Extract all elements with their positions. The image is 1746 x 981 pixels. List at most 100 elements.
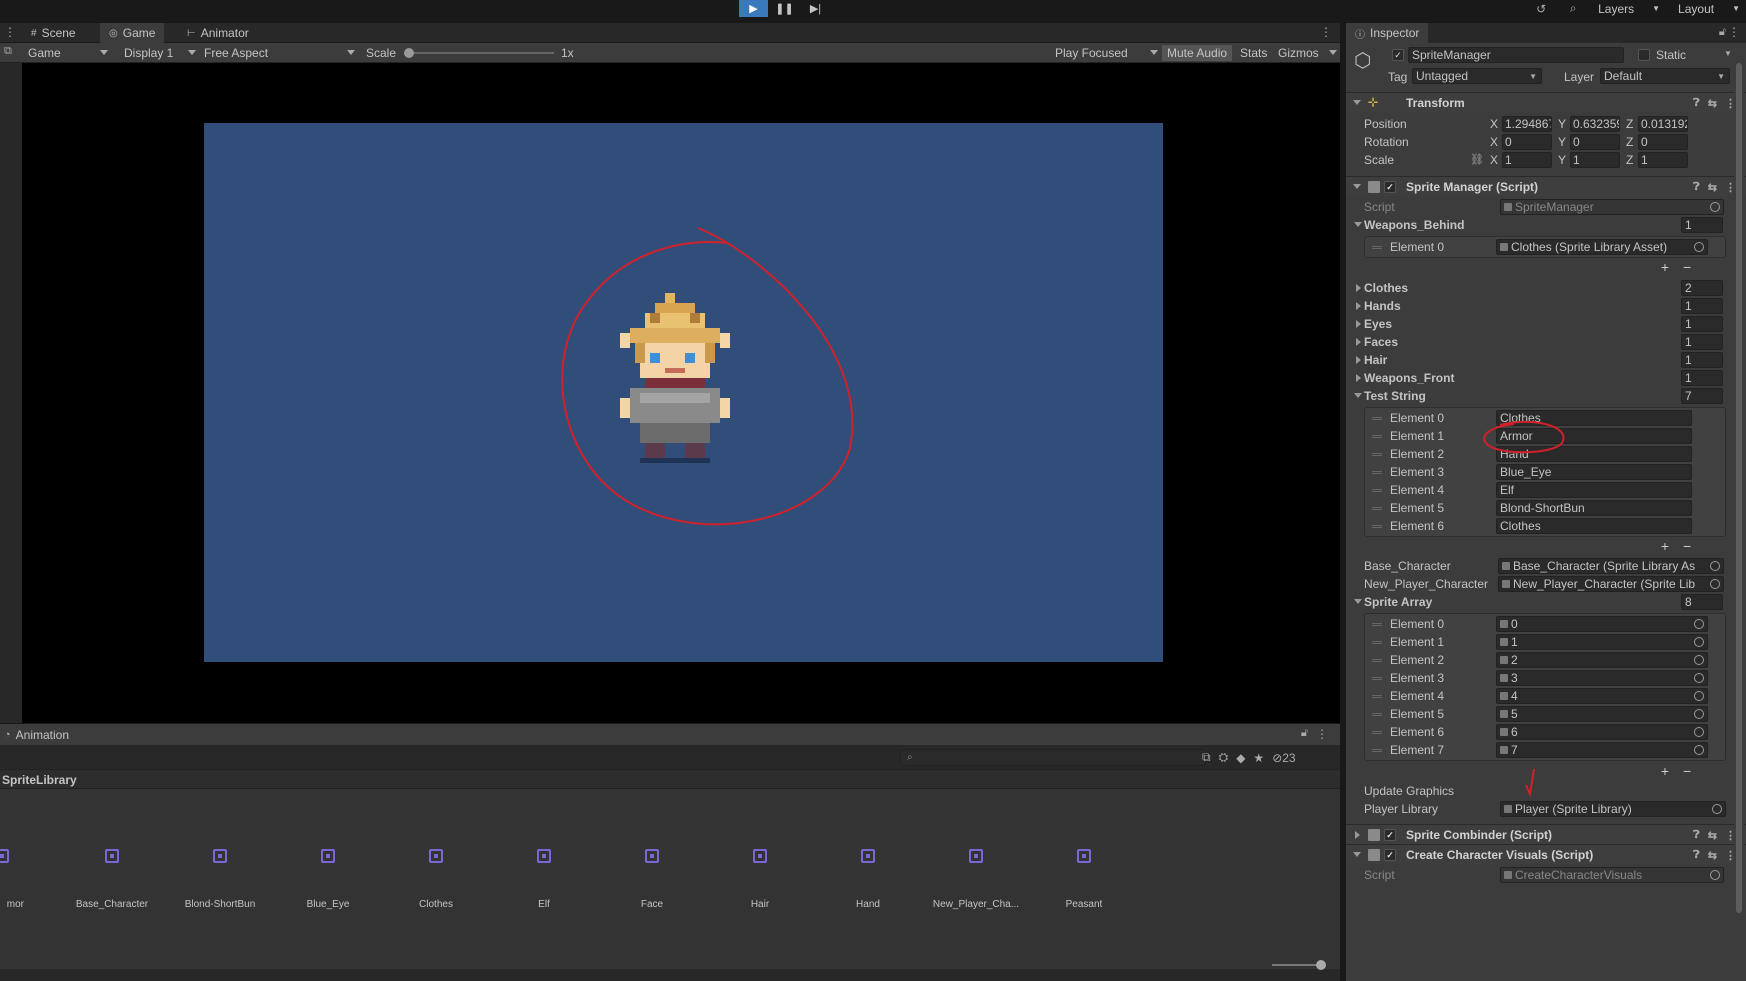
pause-button[interactable]: ❚❚ — [770, 0, 799, 17]
chevron-down-icon[interactable]: ▼ — [1724, 49, 1732, 58]
rotation-z[interactable]: Z0 — [1626, 133, 1688, 151]
element-text-field[interactable]: Blond-ShortBun — [1496, 500, 1692, 516]
list-size[interactable]: 1 — [1681, 298, 1723, 314]
transform-header[interactable]: ⊹ Transform ❓︎ ⇆ ⋮ — [1346, 92, 1746, 112]
history-button[interactable]: ↺ — [1528, 0, 1554, 17]
sprite-object-field[interactable]: 1 — [1496, 634, 1708, 650]
asset-item[interactable]: Face — [602, 789, 702, 969]
sprite-object-field[interactable]: 5 — [1496, 706, 1708, 722]
component-enabled-checkbox[interactable]: ✓ — [1384, 181, 1396, 193]
test-string-foldout[interactable]: Test String 7 — [1346, 387, 1746, 405]
aspect-dropdown[interactable]: Free Aspect — [204, 43, 268, 63]
object-picker-icon[interactable] — [1694, 691, 1704, 701]
asset-item[interactable]: Peasant — [1034, 789, 1134, 969]
gizmos-button[interactable]: Gizmos — [1273, 45, 1324, 61]
tab-inspector[interactable]: ⓘ Inspector — [1346, 23, 1429, 43]
breadcrumb-folder[interactable]: SpriteLibrary — [2, 770, 77, 790]
rotation-y-value[interactable]: 0 — [1570, 134, 1620, 150]
preset-icon[interactable]: ⇆ — [1708, 849, 1717, 862]
position-x[interactable]: X 1.294867 — [1490, 115, 1552, 133]
add-element-button[interactable]: + — [1661, 259, 1669, 275]
sprite-array-size[interactable]: 8 — [1681, 594, 1723, 610]
static-checkbox[interactable] — [1638, 49, 1650, 61]
help-icon[interactable]: ❓︎ — [1693, 181, 1700, 194]
position-z[interactable]: Z 0.013192 — [1626, 115, 1688, 133]
update-graphics-row[interactable]: Update Graphics — [1346, 782, 1746, 800]
favorite-star-icon[interactable]: ★ — [1253, 751, 1264, 765]
label-tag-icon[interactable]: ◆ — [1236, 751, 1245, 765]
step-button[interactable]: ▶| — [801, 0, 830, 17]
asset-item[interactable]: mor — [0, 789, 52, 969]
stats-button[interactable]: Stats — [1235, 45, 1272, 61]
hair-foldout[interactable]: Hair 1 — [1346, 351, 1746, 369]
tab-scene[interactable]: # Scene — [22, 23, 85, 43]
list-size[interactable]: 1 — [1681, 352, 1723, 368]
list-size[interactable]: 1 — [1681, 334, 1723, 350]
asset-item[interactable]: Base_Character — [62, 789, 162, 969]
object-picker-icon[interactable] — [1694, 745, 1704, 755]
hidden-count[interactable]: ⊘23 — [1272, 751, 1295, 765]
more-options-icon[interactable]: ⋮ — [1728, 25, 1740, 39]
more-options-icon[interactable]: ⋮ — [1316, 727, 1328, 741]
object-picker-icon[interactable] — [1694, 709, 1704, 719]
element-object-field[interactable]: Clothes (Sprite Library Asset) — [1496, 239, 1708, 255]
object-picker-icon[interactable] — [1694, 727, 1704, 737]
drag-handle-icon[interactable] — [1372, 731, 1382, 734]
remove-element-button[interactable]: − — [1683, 538, 1691, 554]
drag-handle-icon[interactable] — [1372, 659, 1382, 662]
rotation-x[interactable]: X0 — [1490, 133, 1552, 151]
element-text-field[interactable]: Elf — [1496, 482, 1692, 498]
drag-handle-icon[interactable] — [1372, 489, 1382, 492]
panel-menu-icon[interactable]: ⋮ — [4, 25, 16, 39]
drag-handle-icon[interactable] — [1372, 507, 1382, 510]
lock-icon[interactable]: 🔓︎ — [1301, 727, 1308, 740]
animation-title[interactable]: ◔ Animation — [4, 724, 69, 746]
more-options-icon[interactable]: ⋮ — [1320, 25, 1332, 39]
object-picker-icon[interactable] — [1694, 619, 1704, 629]
help-icon[interactable]: ❓︎ — [1693, 849, 1700, 862]
asset-item[interactable]: Elf — [494, 789, 594, 969]
base-character-field[interactable]: Base_Character (Sprite Library As — [1498, 558, 1724, 574]
position-x-value[interactable]: 1.294867 — [1502, 116, 1552, 132]
component-enabled-checkbox[interactable]: ✓ — [1384, 849, 1396, 861]
rotation-z-value[interactable]: 0 — [1638, 134, 1688, 150]
drag-handle-icon[interactable] — [1372, 417, 1382, 420]
play-focused-dropdown[interactable]: Play Focused — [1055, 43, 1128, 63]
active-checkbox[interactable]: ✓ — [1392, 49, 1404, 61]
weapons-behind-size[interactable]: 1 — [1681, 217, 1723, 233]
add-element-button[interactable]: + — [1661, 763, 1669, 779]
asset-item[interactable]: New_Player_Cha... — [926, 789, 1026, 969]
display-mode-dropdown[interactable]: Game — [28, 43, 61, 63]
mute-audio-button[interactable]: Mute Audio — [1162, 45, 1233, 61]
inspector-scrollbar-thumb[interactable] — [1736, 63, 1742, 913]
asset-search-input[interactable]: ⌕ — [900, 749, 1206, 766]
remove-element-button[interactable]: − — [1683, 259, 1691, 275]
layer-dropdown[interactable]: Default ▼ — [1600, 68, 1730, 84]
asset-item[interactable]: Hand — [818, 789, 918, 969]
scale-y[interactable]: Y1 — [1558, 151, 1620, 169]
sprite-object-field[interactable]: 6 — [1496, 724, 1708, 740]
list-size[interactable]: 1 — [1681, 370, 1723, 386]
hands-foldout[interactable]: Hands 1 — [1346, 297, 1746, 315]
help-icon[interactable]: ❓︎ — [1693, 97, 1700, 110]
object-picker-icon[interactable] — [1712, 804, 1722, 814]
position-y[interactable]: Y 0.632359 — [1558, 115, 1620, 133]
asset-item[interactable]: Blond-ShortBun — [170, 789, 270, 969]
sprite-object-field[interactable]: 7 — [1496, 742, 1708, 758]
create-icon[interactable]: ⧉ — [1202, 750, 1211, 765]
sprite-object-field[interactable]: 2 — [1496, 652, 1708, 668]
maximize-icon[interactable]: ⧉ — [4, 45, 12, 58]
preset-icon[interactable]: ⇆ — [1708, 97, 1717, 110]
scale-x[interactable]: X1 — [1490, 151, 1552, 169]
asset-item[interactable]: Blue_Eye — [278, 789, 378, 969]
add-element-button[interactable]: + — [1661, 538, 1669, 554]
position-z-value[interactable]: 0.013192 — [1638, 116, 1688, 132]
lock-icon[interactable]: 🔓︎ — [1719, 26, 1726, 39]
scale-y-value[interactable]: 1 — [1570, 152, 1620, 168]
eyes-foldout[interactable]: Eyes 1 — [1346, 315, 1746, 333]
weapons-behind-foldout[interactable]: Weapons_Behind 1 — [1346, 216, 1746, 234]
weapons-front-foldout[interactable]: Weapons_Front 1 — [1346, 369, 1746, 387]
filter-type-icon[interactable]: ⛭ — [1219, 750, 1229, 765]
object-picker-icon[interactable] — [1694, 637, 1704, 647]
layers-dropdown[interactable]: Layers ▼ — [1592, 0, 1666, 17]
